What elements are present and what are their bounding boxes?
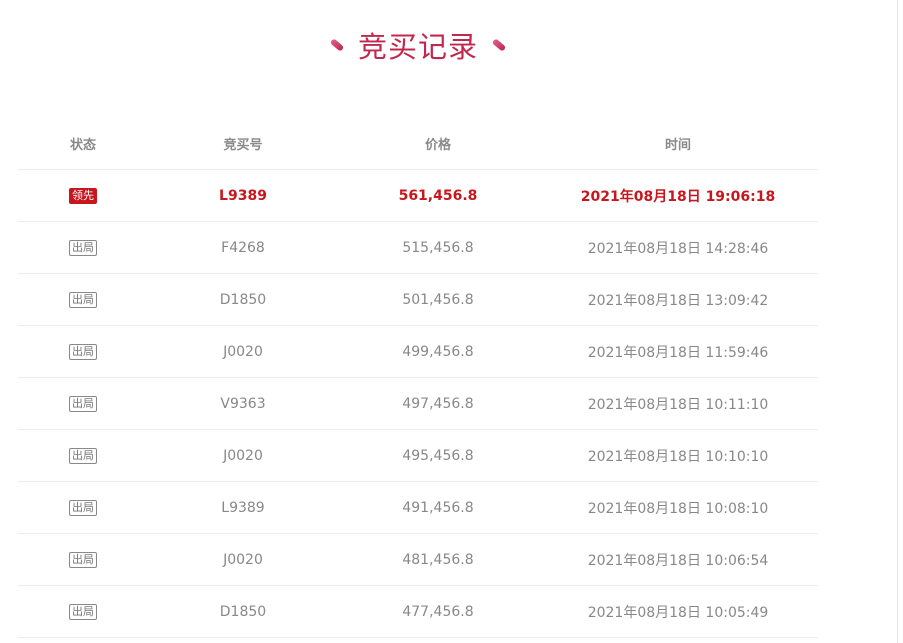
bid-number: J0020	[223, 551, 263, 568]
bid-price: 477,456.8	[402, 603, 474, 620]
bid-price: 501,456.8	[402, 291, 474, 308]
header-bid-no: 竞买号	[223, 137, 263, 153]
bid-price: 515,456.8	[402, 239, 474, 256]
bid-time: 2021年08月18日 10:08:10	[587, 500, 769, 517]
table-row: 出局 F4268 515,456.8 2021年08月18日 14:28:46	[18, 222, 818, 274]
bid-time: 2021年08月18日 10:10:10	[587, 448, 769, 465]
bid-price: 491,456.8	[402, 499, 474, 516]
bid-time: 2021年08月18日 10:05:49	[587, 604, 769, 621]
bid-time: 2021年08月18日 13:09:42	[587, 292, 769, 309]
bid-time: 2021年08月18日 10:11:10	[587, 396, 769, 413]
bid-time: 2021年08月18日 19:06:18	[580, 188, 776, 205]
header-time: 时间	[664, 137, 691, 153]
status-badge-out: 出局	[69, 292, 97, 308]
header-status: 状态	[69, 137, 96, 153]
section-title: 竞买记录	[0, 22, 836, 68]
status-badge-out: 出局	[69, 500, 97, 516]
bid-number: L9389	[221, 499, 265, 516]
bid-number: F4268	[221, 239, 265, 256]
bid-record-table: 状态 竞买号 价格 时间 领先 L9389 561,456.8 2021年08月…	[18, 117, 818, 638]
status-badge-out: 出局	[69, 240, 97, 256]
bid-number: L9389	[219, 187, 267, 204]
table-row: 出局 J0020 495,456.8 2021年08月18日 10:10:10	[18, 430, 818, 482]
bid-price: 497,456.8	[402, 395, 474, 412]
bid-number: V9363	[220, 395, 266, 412]
status-badge-out: 出局	[69, 396, 97, 412]
bid-number: J0020	[223, 343, 263, 360]
bid-time: 2021年08月18日 10:06:54	[587, 552, 769, 569]
status-badge-out: 出局	[69, 448, 97, 464]
bid-price: 499,456.8	[402, 343, 474, 360]
table-row: 出局 J0020 481,456.8 2021年08月18日 10:06:54	[18, 534, 818, 586]
title-decoration-right	[491, 38, 507, 52]
bid-number: D1850	[219, 291, 267, 308]
table-row: 出局 L9389 491,456.8 2021年08月18日 10:08:10	[18, 482, 818, 534]
page-title: 竞买记录	[357, 30, 478, 64]
status-badge-out: 出局	[69, 344, 97, 360]
status-badge-out: 出局	[69, 552, 97, 568]
table-row: 出局 V9363 497,456.8 2021年08月18日 10:11:10	[18, 378, 818, 430]
status-badge-out: 出局	[69, 604, 97, 620]
status-badge-leading: 领先	[69, 188, 97, 204]
bid-time: 2021年08月18日 14:28:46	[587, 240, 769, 257]
bid-time: 2021年08月18日 11:59:46	[587, 344, 769, 361]
table-row: 出局 J0020 499,456.8 2021年08月18日 11:59:46	[18, 326, 818, 378]
header-price: 价格	[424, 137, 451, 153]
bid-price: 495,456.8	[402, 447, 474, 464]
table-row: 出局 D1850 477,456.8 2021年08月18日 10:05:49	[18, 586, 818, 638]
bid-price: 561,456.8	[398, 187, 478, 204]
bid-price: 481,456.8	[402, 551, 474, 568]
table-row: 出局 D1850 501,456.8 2021年08月18日 13:09:42	[18, 274, 818, 326]
bid-number: D1850	[219, 603, 267, 620]
page-edge-divider	[897, 0, 898, 643]
bid-number: J0020	[223, 447, 263, 464]
title-decoration-left	[329, 38, 345, 52]
table-header: 状态 竞买号 价格 时间	[18, 117, 818, 170]
table-row: 领先 L9389 561,456.8 2021年08月18日 19:06:18	[18, 170, 818, 222]
